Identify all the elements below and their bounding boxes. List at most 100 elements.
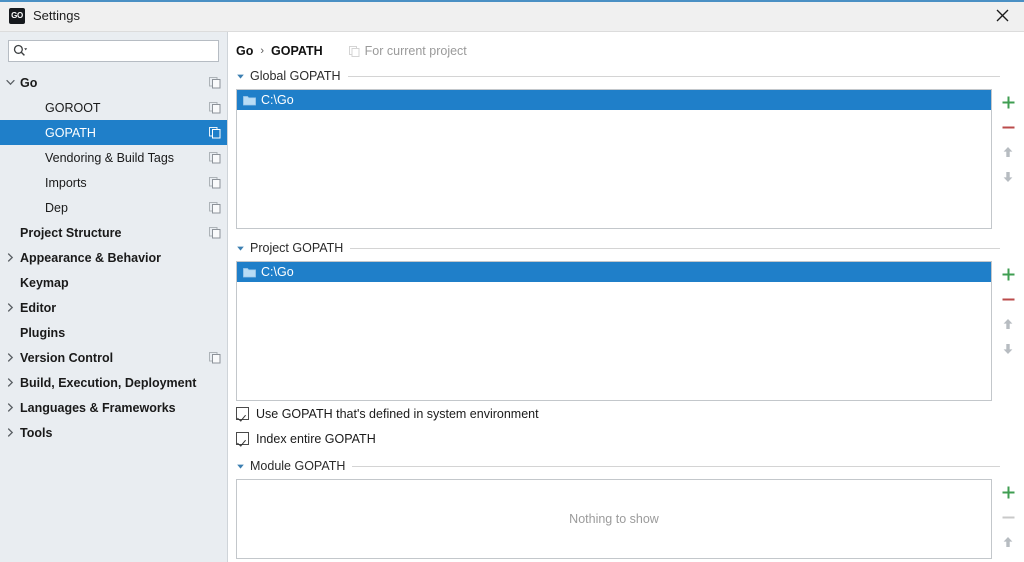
settings-window: GO Settings Go GOROOT GOPATH Vendoring &… (0, 0, 1024, 562)
section-header-project-gopath[interactable]: Project GOPATH (236, 239, 1024, 257)
chevron-right-icon[interactable] (0, 403, 20, 412)
list-block-module-gopath: Nothing to show (236, 479, 1024, 559)
section-title: Global GOPATH (250, 69, 341, 83)
folder-icon (243, 95, 256, 106)
sidebar-item-label: Vendoring & Build Tags (45, 150, 175, 165)
copy-icon[interactable] (209, 226, 221, 239)
arrow-down-icon (1001, 170, 1015, 187)
list-panel-project-gopath[interactable]: C:\Go (236, 261, 992, 401)
section-header-module-gopath[interactable]: Module GOPATH (236, 457, 1024, 475)
copy-icon[interactable] (209, 76, 221, 89)
sidebar-item-label: Version Control (20, 350, 114, 365)
triangle-down-icon[interactable] (236, 244, 245, 253)
breadcrumb-parent[interactable]: Go (236, 44, 253, 58)
sidebar-item-label: Editor (20, 300, 57, 315)
checkbox-box[interactable] (236, 407, 249, 420)
gopath-options: Use GOPATH that's defined in system envi… (228, 401, 1024, 451)
sidebar-item-label: GOROOT (45, 100, 101, 115)
sidebar-item-editor[interactable]: Editor (0, 295, 227, 320)
checkbox-label: Use GOPATH that's defined in system envi… (256, 406, 539, 421)
sidebar-item-label: Plugins (20, 325, 66, 340)
close-icon[interactable] (980, 0, 1024, 31)
sidebar-item-tools[interactable]: Tools (0, 420, 227, 445)
section-module-gopath: Module GOPATH Nothing to show (228, 457, 1024, 559)
copy-icon[interactable] (209, 201, 221, 214)
checkbox-box[interactable] (236, 432, 249, 445)
sidebar-item-plugins[interactable]: Plugins (0, 320, 227, 345)
sidebar-item-label: Appearance & Behavior (20, 250, 162, 265)
list-panel-module-gopath[interactable]: Nothing to show (236, 479, 992, 559)
sidebar-item-vendoring-build-tags[interactable]: Vendoring & Build Tags (0, 145, 227, 170)
add-button[interactable] (994, 91, 1022, 116)
remove-button (994, 506, 1022, 531)
sidebar-item-languages-frameworks[interactable]: Languages & Frameworks (0, 395, 227, 420)
search-icon (13, 44, 28, 58)
copy-icon[interactable] (209, 126, 221, 139)
sidebar-item-label: Languages & Frameworks (20, 400, 176, 415)
arrow-up-icon (1001, 317, 1015, 334)
section-header-global-gopath[interactable]: Global GOPATH (236, 67, 1024, 85)
section-project-gopath: Project GOPATH C:\Go (228, 239, 1024, 401)
section-divider (352, 465, 1000, 467)
sidebar-item-keymap[interactable]: Keymap (0, 270, 227, 295)
copy-icon[interactable] (209, 101, 221, 114)
minus-icon (1001, 292, 1016, 310)
plus-icon (1001, 485, 1016, 503)
list-block-project-gopath: C:\Go (236, 261, 1024, 401)
chevron-right-icon[interactable] (0, 353, 20, 362)
index-entire-gopath-checkbox[interactable]: Index entire GOPATH (228, 426, 1024, 451)
breadcrumb-scope-text: For current project (364, 44, 467, 58)
breadcrumb-scope-note: For current project (348, 44, 467, 58)
goland-logo-icon: GO (9, 7, 25, 24)
folder-icon (243, 267, 256, 278)
section-divider (347, 75, 1000, 77)
chevron-right-icon[interactable] (0, 378, 20, 387)
section-title: Module GOPATH (250, 459, 346, 473)
sidebar-item-build-execution-deployment[interactable]: Build, Execution, Deployment (0, 370, 227, 395)
table-row[interactable]: C:\Go (237, 262, 991, 282)
chevron-right-icon[interactable] (0, 253, 20, 262)
sidebar-item-label: Go (20, 75, 38, 90)
sidebar-item-label: Tools (20, 425, 53, 440)
sidebar-item-label: Build, Execution, Deployment (20, 375, 197, 390)
sidebar-item-go[interactable]: Go (0, 70, 227, 95)
gopath-row-label: C:\Go (261, 93, 294, 107)
window-accent-line (0, 0, 1024, 2)
copy-icon[interactable] (209, 151, 221, 164)
remove-button[interactable] (994, 288, 1022, 313)
minus-icon (1001, 120, 1016, 138)
sidebar-item-appearance-behavior[interactable]: Appearance & Behavior (0, 245, 227, 270)
search-input[interactable] (30, 42, 214, 60)
sidebar-item-version-control[interactable]: Version Control (0, 345, 227, 370)
copy-icon[interactable] (209, 176, 221, 189)
copy-icon (348, 45, 360, 57)
empty-state-text: Nothing to show (569, 512, 659, 526)
table-row[interactable]: C:\Go (237, 90, 991, 110)
search-container (0, 32, 227, 68)
remove-button[interactable] (994, 116, 1022, 141)
chevron-down-icon[interactable] (0, 78, 20, 87)
chevron-right-icon[interactable] (0, 303, 20, 312)
triangle-down-icon[interactable] (236, 462, 245, 471)
move-up-button (994, 313, 1022, 338)
sidebar-item-goroot[interactable]: GOROOT (0, 95, 227, 120)
add-button[interactable] (994, 481, 1022, 506)
use-system-gopath-checkbox[interactable]: Use GOPATH that's defined in system envi… (228, 401, 1024, 426)
title-bar: GO Settings (0, 0, 1024, 32)
copy-icon[interactable] (209, 351, 221, 364)
add-button[interactable] (994, 263, 1022, 288)
search-box[interactable] (8, 40, 219, 62)
sidebar-item-imports[interactable]: Imports (0, 170, 227, 195)
sidebar-item-label: Dep (45, 200, 68, 215)
chevron-right-icon[interactable] (0, 428, 20, 437)
list-panel-global-gopath[interactable]: C:\Go (236, 89, 992, 229)
list-toolbar-global-gopath (992, 89, 1024, 229)
triangle-down-icon[interactable] (236, 72, 245, 81)
sidebar-item-gopath[interactable]: GOPATH (0, 120, 227, 145)
sidebar-item-project-structure[interactable]: Project Structure (0, 220, 227, 245)
list-block-global-gopath: C:\Go (236, 89, 1024, 229)
breadcrumb-current: GOPATH (271, 44, 323, 58)
minus-icon (1001, 510, 1016, 528)
sidebar-item-dep[interactable]: Dep (0, 195, 227, 220)
window-body: Go GOROOT GOPATH Vendoring & Build Tags Impo… (0, 32, 1024, 562)
